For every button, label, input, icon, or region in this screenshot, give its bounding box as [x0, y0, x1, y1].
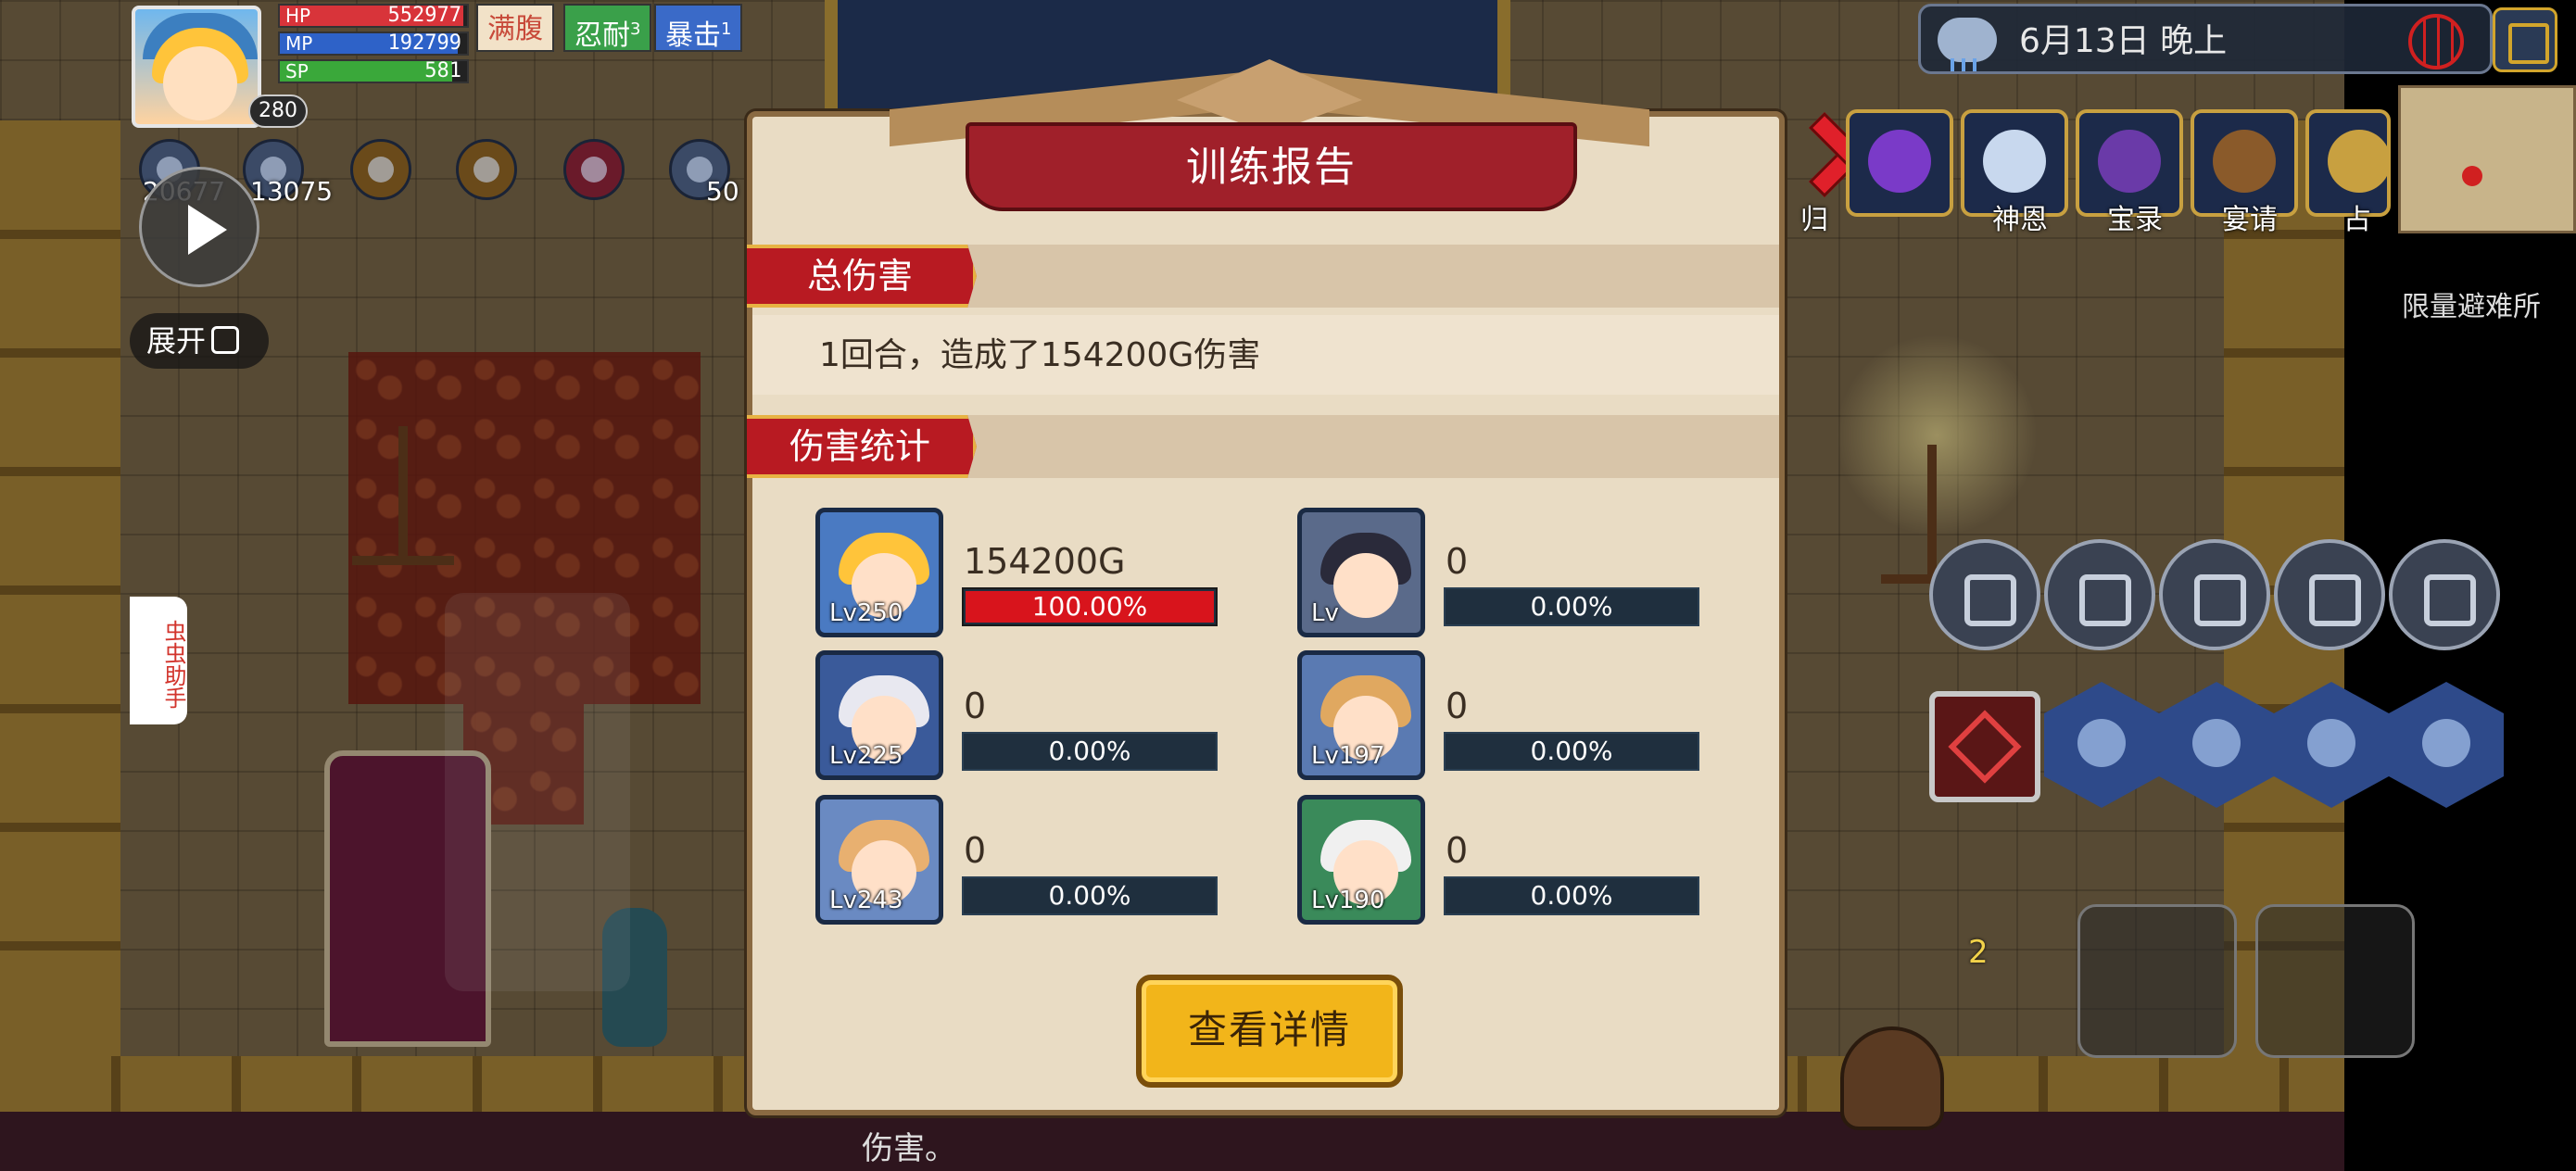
- star-icon[interactable]: [2044, 539, 2155, 650]
- minimap-label: 限量避难所: [2402, 291, 2541, 323]
- member-percent: 0.00%: [1048, 736, 1131, 766]
- buff-icon[interactable]: [350, 139, 411, 200]
- bottom-hint: 伤害。: [862, 1130, 956, 1167]
- magnify-icon[interactable]: [2274, 539, 2385, 650]
- member-level: Lv243: [829, 887, 903, 914]
- buff-count: 13075: [250, 176, 334, 207]
- member-level: Lv250: [829, 599, 903, 627]
- member-damage: 0: [1446, 541, 1469, 582]
- member-damage: 0: [1446, 830, 1469, 871]
- member-damage-bar: 100.00%: [962, 587, 1218, 626]
- total-damage-label: 总伤害: [747, 245, 977, 308]
- swap-icon[interactable]: [1929, 539, 2040, 650]
- member-level: Lv197: [1311, 742, 1385, 770]
- member-avatar[interactable]: Lv: [1297, 508, 1425, 637]
- member-avatar[interactable]: Lv243: [815, 795, 943, 925]
- exit-icon[interactable]: [2493, 7, 2557, 72]
- player-level-badge: 280: [248, 94, 308, 128]
- member-avatar[interactable]: Lv190: [1297, 795, 1425, 925]
- member-level: Lv: [1311, 599, 1339, 627]
- sp-bar: SP 581: [278, 59, 469, 83]
- member-damage-bar: 0.00%: [1444, 876, 1699, 915]
- status-tag-full[interactable]: 满腹: [476, 4, 554, 52]
- member-level: Lv225: [829, 742, 903, 770]
- snowflake-skill-icon[interactable]: [2389, 682, 2504, 808]
- mp-value: 192799: [387, 31, 461, 55]
- expand-button[interactable]: 展开: [130, 313, 269, 369]
- time-of-day: 晚上: [2160, 22, 2228, 60]
- buff-icon[interactable]: [563, 139, 625, 200]
- backpack-icon[interactable]: [1840, 1026, 1944, 1130]
- member-damage-bar: 0.00%: [962, 876, 1218, 915]
- mp-label: MP: [285, 32, 313, 55]
- status-tag-endure[interactable]: 忍耐3: [563, 4, 652, 52]
- play-icon[interactable]: [139, 167, 259, 287]
- dice-icon[interactable]: [1929, 691, 2040, 802]
- menu-label-banquet: 宴请: [2222, 204, 2278, 236]
- rain-cloud-icon: [1938, 18, 1997, 71]
- damage-summary: 1回合，造成了154200G伤害: [819, 336, 1261, 374]
- hp-label: HP: [285, 5, 311, 27]
- member-avatar[interactable]: Lv250: [815, 508, 943, 637]
- member-damage: 0: [964, 686, 987, 726]
- dialog-title: 训练报告: [966, 122, 1577, 211]
- menu-label-divination: 占: [2343, 204, 2371, 236]
- member-avatar[interactable]: Lv225: [815, 650, 943, 780]
- member-damage-bar: 0.00%: [1444, 587, 1699, 626]
- member-damage: 0: [1446, 686, 1469, 726]
- member-avatar[interactable]: Lv197: [1297, 650, 1425, 780]
- mp-bar: MP 192799: [278, 31, 469, 56]
- member-percent: 0.00%: [1530, 736, 1613, 766]
- globe-icon[interactable]: [2408, 14, 2464, 69]
- damage-stats-label: 伤害统计: [747, 415, 977, 478]
- buff-icon[interactable]: [456, 139, 517, 200]
- book-icon[interactable]: [2159, 539, 2270, 650]
- ammo-count: 2: [1968, 934, 1989, 971]
- member-percent: 100.00%: [1031, 591, 1148, 622]
- player-avatar[interactable]: [132, 6, 261, 128]
- member-percent: 0.00%: [1048, 880, 1131, 911]
- member-damage: 154200G: [964, 541, 1126, 582]
- sp-value: 581: [424, 59, 461, 82]
- expand-icon: [211, 326, 240, 354]
- hp-value: 552977: [387, 4, 461, 27]
- player-marker: [2462, 166, 2482, 186]
- view-details-button[interactable]: 查看详情: [1136, 975, 1403, 1088]
- date-time-panel: 6月13日 晚上: [1918, 4, 2493, 74]
- buff-count: 50: [706, 176, 739, 207]
- helper-tab[interactable]: 虫虫助手: [130, 597, 187, 724]
- status-tag-crit[interactable]: 暴击1: [654, 4, 743, 52]
- member-level: Lv190: [1311, 887, 1385, 914]
- member-percent: 0.00%: [1530, 880, 1613, 911]
- minimap[interactable]: [2398, 85, 2576, 233]
- menu-label-altar: 神恩: [1992, 204, 2048, 236]
- member-damage: 0: [964, 830, 987, 871]
- hp-bar: HP 552977: [278, 4, 469, 28]
- member-percent: 0.00%: [1530, 591, 1613, 622]
- sword-weapon-icon[interactable]: [2255, 904, 2415, 1058]
- bow-weapon-icon[interactable]: [2077, 904, 2237, 1058]
- sp-label: SP: [285, 60, 309, 82]
- member-damage-bar: 0.00%: [962, 732, 1218, 771]
- zoom-out-icon[interactable]: [2389, 539, 2500, 650]
- date-text: 6月13日: [2019, 22, 2150, 60]
- menu-label-treasure: 宝录: [2107, 204, 2163, 236]
- member-damage-bar: 0.00%: [1444, 732, 1699, 771]
